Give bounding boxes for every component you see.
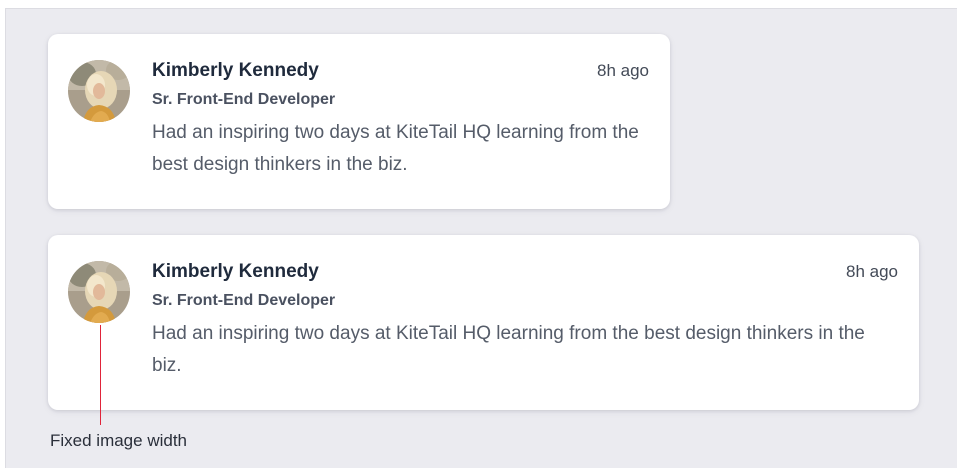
post-content: Kimberly Kennedy 8h ago Sr. Front-End De… xyxy=(152,259,898,382)
author-name[interactable]: Kimberly Kennedy xyxy=(152,259,898,285)
user-photo-icon xyxy=(68,261,130,323)
timestamp: 8h ago xyxy=(846,262,898,281)
author-name[interactable]: Kimberly Kennedy xyxy=(152,58,649,84)
avatar[interactable] xyxy=(68,261,130,323)
timestamp: 8h ago xyxy=(597,61,649,80)
annotation-pointer-line xyxy=(100,325,101,425)
avatar[interactable] xyxy=(68,60,130,122)
author-role: Sr. Front-End Developer xyxy=(152,91,336,108)
post-card: Kimberly Kennedy 8h ago Sr. Front-End De… xyxy=(48,34,670,209)
post-card: Kimberly Kennedy 8h ago Sr. Front-End De… xyxy=(48,235,919,410)
author-role: Sr. Front-End Developer xyxy=(152,292,336,309)
post-message: Had an inspiring two days at KiteTail HQ… xyxy=(152,323,865,376)
annotation-label: Fixed image width xyxy=(50,431,188,450)
user-photo-icon xyxy=(68,60,130,122)
post-message: Had an inspiring two days at KiteTail HQ… xyxy=(152,122,639,175)
post-content: Kimberly Kennedy 8h ago Sr. Front-End De… xyxy=(152,58,649,181)
